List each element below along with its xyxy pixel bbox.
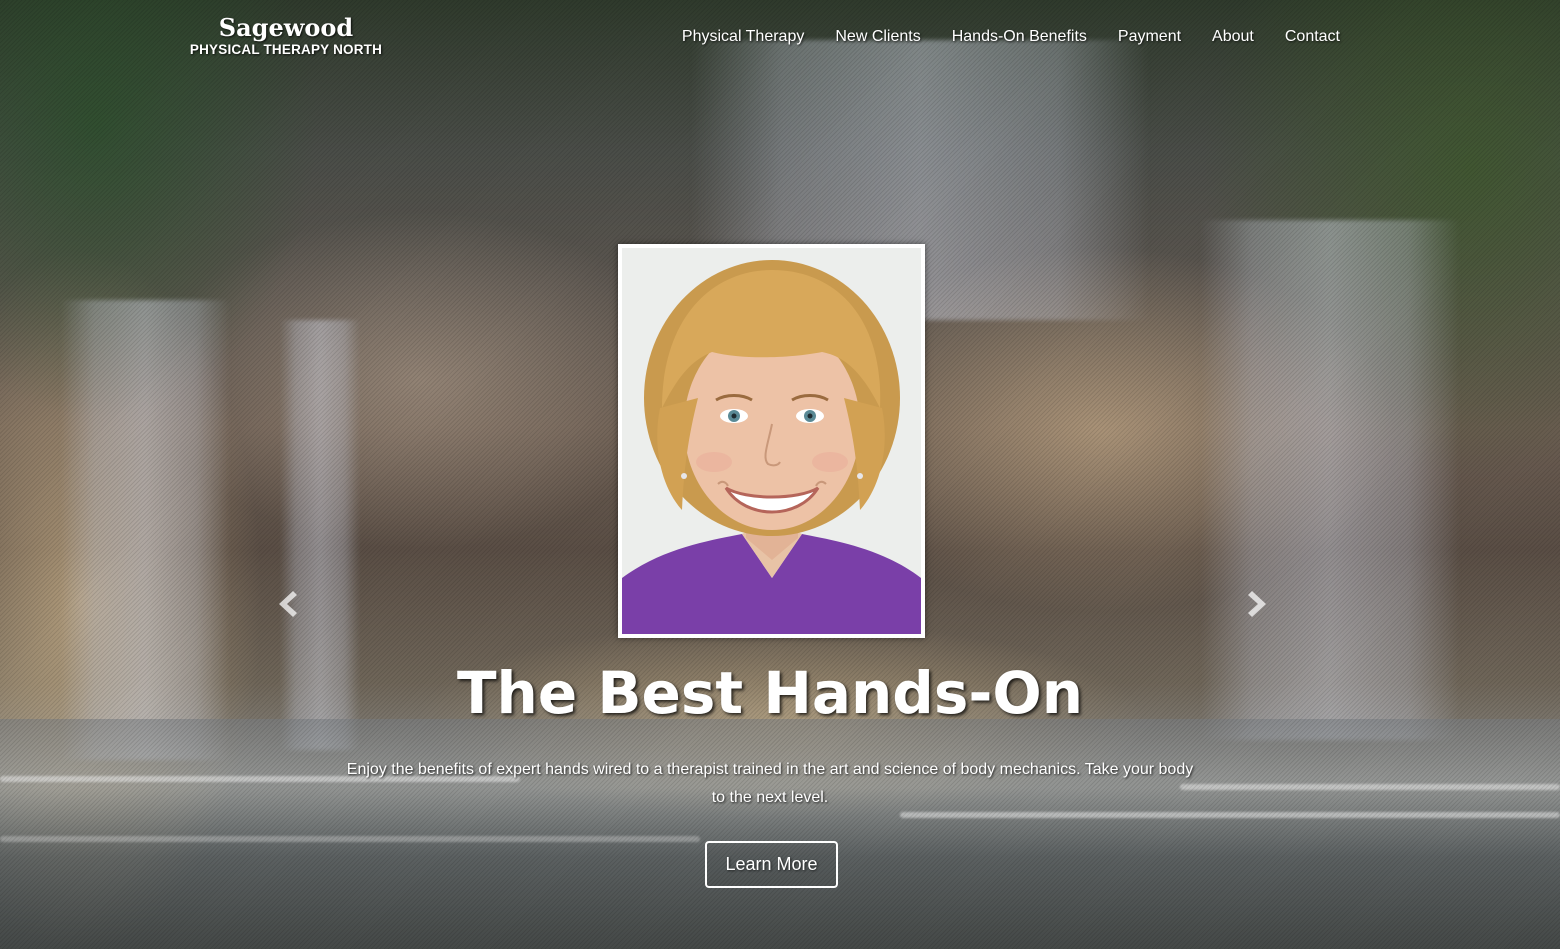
background-surf <box>900 812 1560 818</box>
nav-item-hands-on-benefits[interactable]: Hands-On Benefits <box>952 28 1087 46</box>
hero-lead-text: Enjoy the benefits of expert hands wired… <box>346 761 1194 806</box>
background-surf <box>1180 784 1560 790</box>
background-sea <box>0 719 1560 949</box>
hero-headline: The Best Hands-On <box>456 659 1084 727</box>
background-waterfall <box>60 300 230 760</box>
nav-item-about[interactable]: About <box>1212 28 1254 46</box>
portrait-photo <box>622 248 921 634</box>
main-nav: Physical Therapy New Clients Hands-On Be… <box>682 28 1340 46</box>
background-surf <box>0 836 700 842</box>
brand-logo[interactable]: Sagewood PHYSICAL THERAPY NORTH <box>186 14 386 58</box>
nav-item-physical-therapy[interactable]: Physical Therapy <box>682 28 804 46</box>
nav-item-contact[interactable]: Contact <box>1285 28 1340 46</box>
nav-item-payment[interactable]: Payment <box>1118 28 1181 46</box>
chevron-left-icon <box>279 591 297 617</box>
therapist-portrait <box>618 244 925 638</box>
learn-more-button[interactable]: Learn More <box>705 841 838 888</box>
brand-subtitle: PHYSICAL THERAPY NORTH <box>189 42 383 57</box>
nav-item-new-clients[interactable]: New Clients <box>835 28 920 46</box>
brand-name: Sagewood <box>218 13 354 42</box>
hero-section: Sagewood PHYSICAL THERAPY NORTH Physical… <box>0 0 1560 949</box>
carousel-next-button[interactable] <box>1243 588 1273 624</box>
chevron-right-icon <box>1248 591 1266 617</box>
carousel-prev-button[interactable] <box>272 588 302 624</box>
